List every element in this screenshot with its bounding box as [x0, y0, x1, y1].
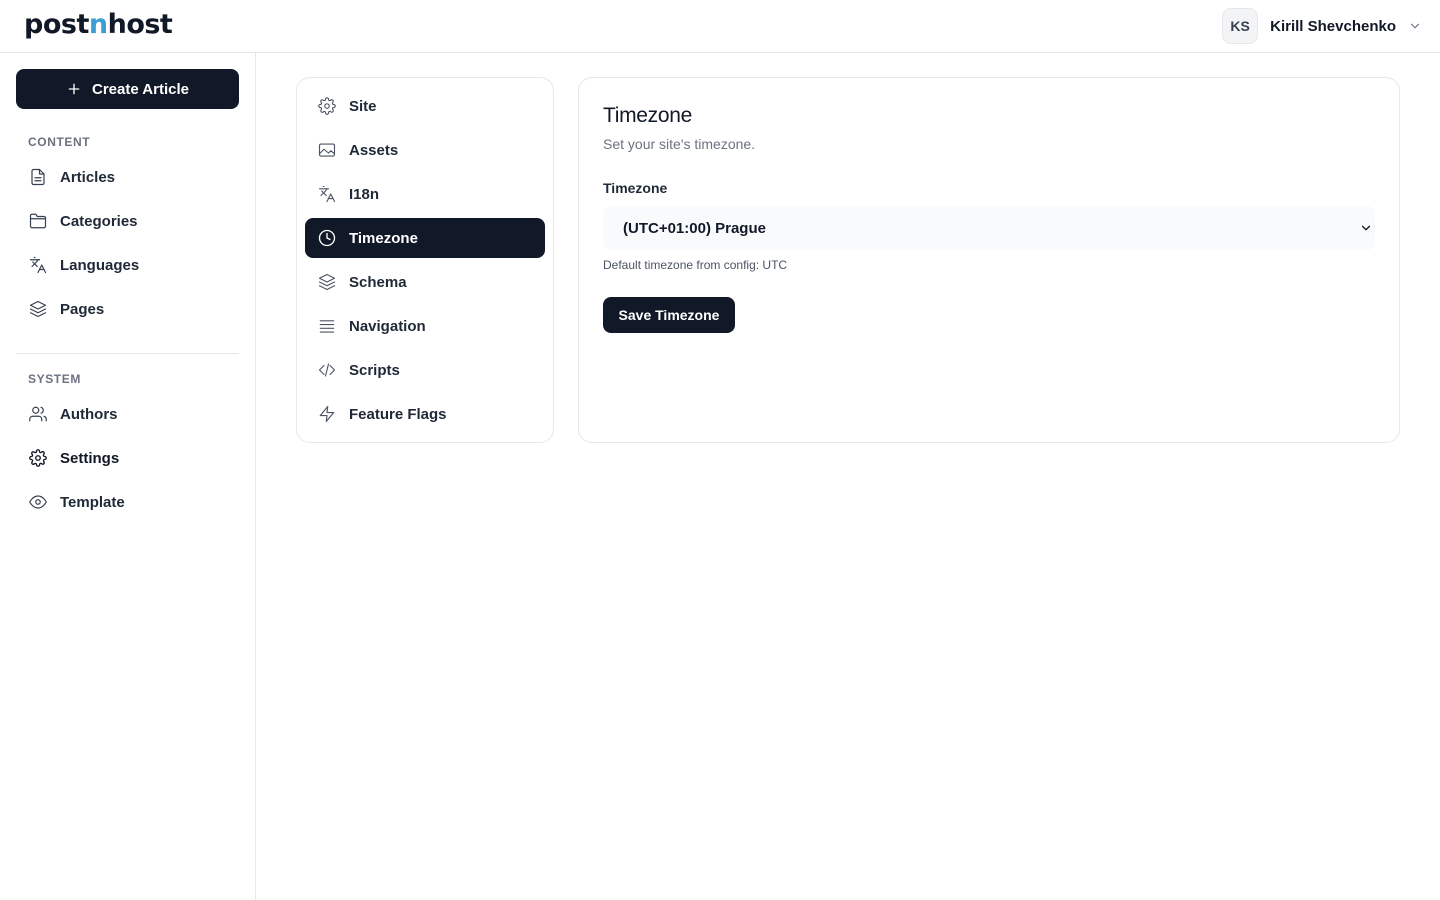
- folder-icon: [28, 211, 48, 231]
- sidebar-item-label: Pages: [60, 300, 105, 318]
- layers-icon: [28, 299, 48, 319]
- content-section-label: CONTENT: [28, 135, 91, 149]
- sidebar-item-label: Settings: [60, 449, 120, 467]
- plus-icon: [66, 81, 82, 97]
- settings-menu-navigation[interactable]: Navigation: [305, 306, 545, 346]
- settings-menu-assets[interactable]: Assets: [305, 130, 545, 170]
- sidebar-item-pages[interactable]: Pages: [16, 291, 239, 327]
- settings-menu-label: Timezone: [349, 229, 418, 247]
- file-text-icon: [28, 167, 48, 187]
- sidebar: Create Article CONTENT Articles Categori…: [0, 53, 256, 900]
- languages-icon: [317, 184, 337, 204]
- create-article-label: Create Article: [92, 80, 189, 98]
- system-section-label: SYSTEM: [28, 372, 81, 386]
- sidebar-item-settings[interactable]: Settings: [16, 440, 239, 476]
- settings-menu: Site Assets I18n Timezone Schema Navigat…: [296, 77, 554, 443]
- clock-icon: [317, 228, 337, 248]
- layers-icon: [317, 272, 337, 292]
- settings-menu-scripts[interactable]: Scripts: [305, 350, 545, 390]
- eye-icon: [28, 492, 48, 512]
- menu-lines-icon: [317, 316, 337, 336]
- sidebar-item-authors[interactable]: Authors: [16, 396, 239, 432]
- code-icon: [317, 360, 337, 380]
- settings-menu-label: Site: [349, 97, 377, 115]
- languages-icon: [28, 255, 48, 275]
- logo-text-n: n: [88, 9, 108, 40]
- page-title: Timezone: [603, 104, 693, 127]
- sidebar-item-categories[interactable]: Categories: [16, 203, 239, 239]
- sidebar-item-label: Authors: [60, 405, 118, 423]
- settings-menu-feature-flags[interactable]: Feature Flags: [305, 394, 545, 434]
- timezone-selected-value: (UTC+01:00) Prague: [623, 219, 766, 237]
- settings-menu-label: Navigation: [349, 317, 426, 335]
- timezone-hint: Default timezone from config: UTC: [603, 258, 788, 272]
- logo[interactable]: postnhost: [24, 8, 173, 42]
- gear-icon: [28, 448, 48, 468]
- page-description: Set your site's timezone.: [603, 136, 756, 152]
- chevron-down-icon: [1359, 221, 1373, 235]
- settings-menu-schema[interactable]: Schema: [305, 262, 545, 302]
- settings-menu-label: Scripts: [349, 361, 400, 379]
- settings-menu-label: I18n: [349, 185, 380, 203]
- timezone-card: Timezone Set your site's timezone. Timez…: [578, 77, 1400, 443]
- settings-menu-label: Schema: [349, 273, 407, 291]
- chevron-down-icon[interactable]: [1408, 19, 1422, 33]
- sidebar-item-label: Articles: [60, 168, 116, 186]
- sidebar-divider: [16, 353, 239, 354]
- sidebar-item-template[interactable]: Template: [16, 484, 239, 520]
- avatar[interactable]: KS: [1222, 8, 1259, 44]
- user-menu[interactable]: KS Kirill Shevchenko: [1222, 8, 1422, 44]
- settings-menu-timezone[interactable]: Timezone: [305, 218, 545, 258]
- sidebar-item-articles[interactable]: Articles: [16, 159, 239, 195]
- settings-menu-i18n[interactable]: I18n: [305, 174, 545, 214]
- create-article-button[interactable]: Create Article: [16, 69, 239, 109]
- timezone-field-label: Timezone: [603, 180, 668, 196]
- sidebar-item-label: Languages: [60, 256, 140, 274]
- gear-icon: [317, 96, 337, 116]
- save-timezone-button[interactable]: Save Timezone: [603, 297, 735, 333]
- image-icon: [317, 140, 337, 160]
- timezone-select[interactable]: (UTC+01:00) Prague: [603, 206, 1375, 250]
- sidebar-item-languages[interactable]: Languages: [16, 247, 239, 283]
- lightning-icon: [317, 404, 337, 424]
- user-name[interactable]: Kirill Shevchenko: [1270, 18, 1396, 35]
- logo-text-post: post: [24, 9, 89, 40]
- settings-menu-site[interactable]: Site: [305, 86, 545, 126]
- logo-text-host: host: [107, 9, 173, 40]
- settings-menu-label: Assets: [349, 141, 399, 159]
- settings-menu-label: Feature Flags: [349, 405, 447, 423]
- users-icon: [28, 404, 48, 424]
- sidebar-item-label: Categories: [60, 212, 138, 230]
- sidebar-item-label: Template: [60, 493, 125, 511]
- top-header: postnhost KS Kirill Shevchenko: [0, 0, 1440, 53]
